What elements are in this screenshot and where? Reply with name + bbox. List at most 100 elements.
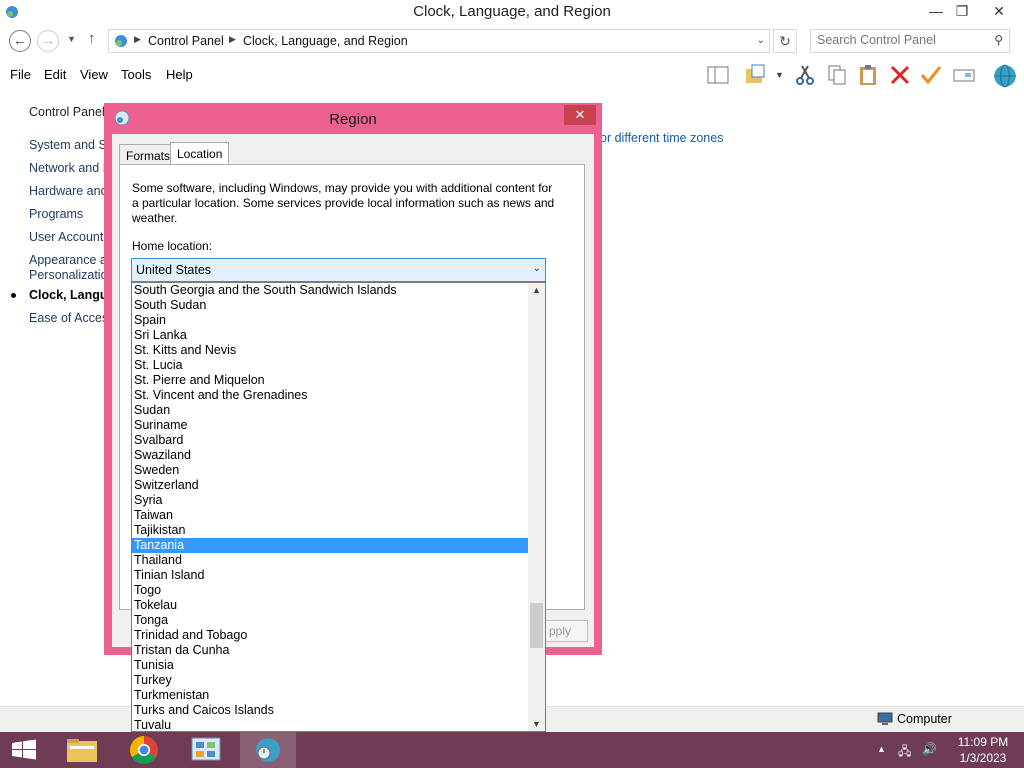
location-option[interactable]: Tanzania xyxy=(132,538,529,553)
menu-view[interactable]: View xyxy=(80,67,108,82)
location-option[interactable]: Togo xyxy=(132,583,529,598)
window-titlebar: Clock, Language, and Region — ❐ ✕ xyxy=(0,0,1024,24)
location-option[interactable]: South Georgia and the South Sandwich Isl… xyxy=(132,283,529,298)
nav-hardware-sound[interactable]: Hardware and xyxy=(29,184,108,198)
recent-locations-icon[interactable]: ▼ xyxy=(67,34,76,44)
search-icon[interactable]: ⚲ xyxy=(994,33,1003,47)
start-windows-icon[interactable] xyxy=(0,732,48,768)
menu-tools[interactable]: Tools xyxy=(121,67,151,82)
nav-appearance[interactable]: Appearance ar xyxy=(29,253,111,267)
location-option[interactable]: Trinidad and Tobago xyxy=(132,628,529,643)
search-box[interactable]: ⚲ xyxy=(810,29,1010,53)
location-option[interactable]: Suriname xyxy=(132,418,529,433)
show-hidden-icons-icon[interactable]: ▲ xyxy=(877,744,886,754)
home-location-label: Home location: xyxy=(132,239,213,253)
location-option[interactable]: Turks and Caicos Islands xyxy=(132,703,529,718)
properties-check-icon[interactable] xyxy=(919,63,943,87)
refresh-button[interactable]: ↻ xyxy=(773,29,797,53)
location-option[interactable]: Swaziland xyxy=(132,448,529,463)
globe-icon[interactable] xyxy=(991,63,1019,89)
location-option[interactable]: Tonga xyxy=(132,613,529,628)
system-clock[interactable]: 11:09 PM 1/3/2023 xyxy=(955,734,1011,766)
location-option[interactable]: Thailand xyxy=(132,553,529,568)
scroll-up-icon[interactable]: ▲ xyxy=(528,285,545,295)
copy-icon[interactable] xyxy=(825,63,849,87)
location-option[interactable]: St. Lucia xyxy=(132,358,529,373)
location-option[interactable]: Sri Lanka xyxy=(132,328,529,343)
layout-pane-icon[interactable] xyxy=(706,63,730,87)
minimize-button[interactable]: — xyxy=(922,0,950,22)
dialog-close-button[interactable]: ✕ xyxy=(564,105,596,125)
location-option[interactable]: Turkmenistan xyxy=(132,688,529,703)
menu-bar: File Edit View Tools Help ▼ xyxy=(0,60,1024,90)
region-taskbar-icon[interactable] xyxy=(240,732,296,768)
location-option[interactable]: Switzerland xyxy=(132,478,529,493)
location-option[interactable]: Turkey xyxy=(132,673,529,688)
breadcrumb-separator-icon: ▶ xyxy=(134,34,141,44)
home-location-dropdown-list[interactable]: South Georgia and the South Sandwich Isl… xyxy=(131,282,546,732)
nav-personalization[interactable]: Personalizatio xyxy=(29,268,108,282)
location-option[interactable]: St. Kitts and Nevis xyxy=(132,343,529,358)
location-option[interactable]: Sweden xyxy=(132,463,529,478)
nav-user-accounts[interactable]: User Accounts xyxy=(29,230,110,244)
network-icon[interactable]: 🖧 xyxy=(898,742,911,763)
menu-help[interactable]: Help xyxy=(166,67,193,82)
back-button[interactable]: ← xyxy=(9,30,31,52)
location-option[interactable]: Tuvalu xyxy=(132,718,529,731)
search-input[interactable] xyxy=(817,33,987,47)
breadcrumb-control-panel[interactable]: Control Panel xyxy=(148,34,224,48)
location-option[interactable]: Tajikistan xyxy=(132,523,529,538)
volume-icon[interactable]: 🔊 xyxy=(922,742,937,756)
location-option[interactable]: South Sudan xyxy=(132,298,529,313)
close-button[interactable]: ✕ xyxy=(984,0,1014,22)
paste-icon[interactable] xyxy=(856,63,880,87)
control-panel-taskbar-icon[interactable] xyxy=(178,732,234,768)
location-options: South Georgia and the South Sandwich Isl… xyxy=(132,283,529,731)
folder-options-icon[interactable] xyxy=(744,63,768,87)
tab-formats[interactable]: Formats xyxy=(119,144,178,164)
status-computer-label: Computer xyxy=(897,712,952,726)
address-field[interactable]: ▶ Control Panel ▶ Clock, Language, and R… xyxy=(108,29,770,53)
nav-ease-of-access[interactable]: Ease of Access xyxy=(29,311,114,325)
location-option[interactable]: Svalbard xyxy=(132,433,529,448)
location-option[interactable]: St. Vincent and the Grenadines xyxy=(132,388,529,403)
rename-icon[interactable] xyxy=(952,63,976,87)
menu-edit[interactable]: Edit xyxy=(44,67,66,82)
change-time-zone-link[interactable]: or different time zones xyxy=(600,131,723,145)
menu-file[interactable]: File xyxy=(10,67,31,82)
location-option[interactable]: St. Pierre and Miquelon xyxy=(132,373,529,388)
delete-icon[interactable] xyxy=(888,63,912,87)
nav-system-security[interactable]: System and Se xyxy=(29,138,114,152)
forward-button[interactable]: → xyxy=(37,30,59,52)
home-location-value: United States xyxy=(136,263,212,277)
up-button[interactable]: ↑ xyxy=(88,30,96,47)
chrome-icon[interactable] xyxy=(116,732,172,768)
scroll-down-icon[interactable]: ▼ xyxy=(528,719,545,729)
control-panel-icon xyxy=(115,35,127,47)
location-option[interactable]: Tunisia xyxy=(132,658,529,673)
taskbar: ▲ 🖧 🔊 11:09 PM 1/3/2023 xyxy=(0,732,1024,768)
location-option[interactable]: Taiwan xyxy=(132,508,529,523)
cut-icon[interactable] xyxy=(793,63,817,87)
options-dropdown-icon[interactable]: ▼ xyxy=(775,70,784,80)
nav-control-panel-home[interactable]: Control Panel xyxy=(29,105,105,119)
location-option[interactable]: Syria xyxy=(132,493,529,508)
location-option[interactable]: Spain xyxy=(132,313,529,328)
nav-clock-language-region: Clock, Langua xyxy=(29,288,115,302)
address-dropdown-icon[interactable]: ⌄ xyxy=(757,35,765,46)
location-option[interactable]: Tinian Island xyxy=(132,568,529,583)
nav-programs[interactable]: Programs xyxy=(29,207,83,221)
tab-location[interactable]: Location xyxy=(170,142,230,166)
dropdown-scrollbar[interactable]: ▲ ▼ xyxy=(528,283,545,731)
home-location-select[interactable]: United States ⌄ xyxy=(131,258,546,282)
location-option[interactable]: Tokelau xyxy=(132,598,529,613)
region-dialog-title: Region xyxy=(329,111,377,128)
location-option[interactable]: Tristan da Cunha xyxy=(132,643,529,658)
file-explorer-icon[interactable] xyxy=(54,732,110,768)
nav-network-internet[interactable]: Network and I xyxy=(29,161,106,175)
scrollbar-thumb[interactable] xyxy=(530,602,543,648)
location-option[interactable]: Sudan xyxy=(132,403,529,418)
restore-button[interactable]: ❐ xyxy=(948,0,976,22)
chevron-down-icon[interactable]: ⌄ xyxy=(533,263,541,274)
breadcrumb-clock-language-region[interactable]: Clock, Language, and Region xyxy=(243,34,408,48)
